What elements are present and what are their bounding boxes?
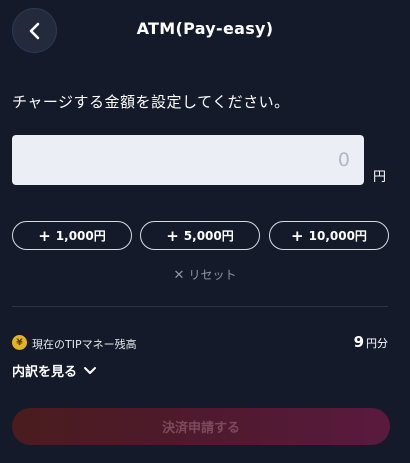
add-1000-button[interactable]: + 1,000円 <box>12 221 132 250</box>
add-10000-button[interactable]: + 10,000円 <box>269 221 389 250</box>
breakdown-label: 内訳を見る <box>12 365 78 380</box>
amount-input[interactable] <box>12 135 364 185</box>
currency-unit-label: 円 <box>373 170 387 185</box>
instruction-text: チャージする金額を設定してください。 <box>12 93 290 111</box>
plus-icon: + <box>166 226 179 245</box>
balance-label: 現在のTIPマネー残高 <box>32 338 137 351</box>
reset-label: リセット <box>188 268 237 282</box>
plus-icon: + <box>38 226 51 245</box>
balance-value: 9 円分 <box>354 333 388 351</box>
balance-amount: 9 <box>353 333 364 351</box>
quick-amount-label: 1,000円 <box>55 229 106 243</box>
quick-amount-label: 10,000円 <box>308 229 367 243</box>
balance-row: ¥ 現在のTIPマネー残高 9 円分 <box>12 333 388 353</box>
coin-icon: ¥ <box>12 335 27 350</box>
quick-amount-label: 5,000円 <box>183 229 234 243</box>
page-title: ATM(Pay-easy) <box>136 19 274 38</box>
breakdown-toggle[interactable]: 内訳を見る <box>12 361 97 380</box>
divider <box>12 306 388 307</box>
plus-icon: + <box>291 226 304 245</box>
submit-button[interactable]: 決済申請する <box>12 408 390 445</box>
reset-button[interactable]: ✕ リセット <box>0 266 410 283</box>
add-5000-button[interactable]: + 5,000円 <box>140 221 260 250</box>
chevron-down-icon <box>84 366 97 374</box>
close-icon: ✕ <box>173 268 185 283</box>
balance-unit: 円分 <box>366 337 388 350</box>
header: ATM(Pay-easy) <box>0 0 410 64</box>
